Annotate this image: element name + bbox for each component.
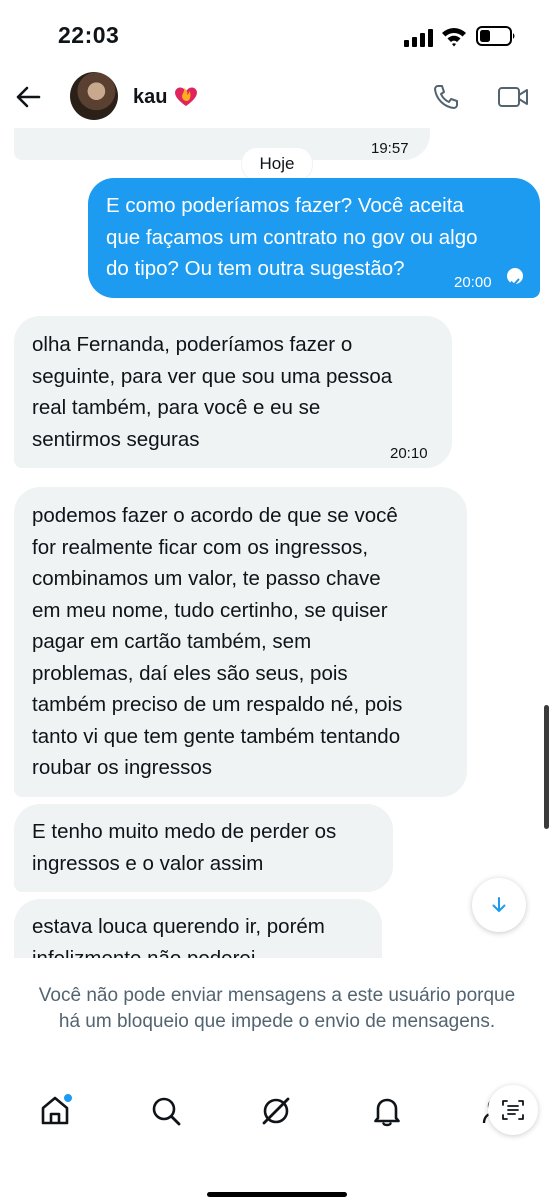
- blocked-notice: Você não pode enviar mensagens a este us…: [38, 985, 516, 1032]
- message-time: 20:00: [454, 274, 492, 291]
- message-time: 20:10: [390, 445, 428, 462]
- incoming-message[interactable]: estava louca querendo ir, porém infelizm…: [14, 899, 382, 958]
- read-receipt-icon: [507, 268, 523, 286]
- wifi-icon: [442, 28, 466, 47]
- message-text: estava louca querendo ir, porém infelizm…: [32, 915, 325, 958]
- grok-icon[interactable]: [259, 1094, 293, 1128]
- message-time: 19:57: [371, 140, 409, 157]
- summary-lines-icon: [502, 1100, 524, 1120]
- incoming-message[interactable]: olha Fernanda, poderíamos fazer o seguin…: [14, 316, 452, 468]
- contact-name[interactable]: kau: [133, 86, 167, 109]
- home-indicator: [207, 1192, 347, 1197]
- incoming-message[interactable]: pago 19:57: [14, 128, 430, 160]
- scrollbar[interactable]: [544, 705, 549, 829]
- incoming-message[interactable]: E tenho muito medo de perder os ingresso…: [14, 804, 393, 892]
- phone-call-icon[interactable]: [432, 83, 460, 111]
- status-time: 22:03: [58, 22, 120, 48]
- message-list[interactable]: pago 19:57 Hoje E como poderíamos fazer?…: [0, 128, 554, 958]
- grok-summary-button[interactable]: [488, 1085, 538, 1135]
- bell-icon[interactable]: [370, 1094, 404, 1128]
- date-divider: Hoje: [241, 147, 313, 181]
- bottom-tab-bar: [0, 1080, 554, 1150]
- outgoing-message[interactable]: E como poderíamos fazer? Você aceita que…: [88, 178, 540, 298]
- status-bar: 22:03: [0, 0, 554, 70]
- search-icon[interactable]: [149, 1094, 183, 1128]
- video-call-icon[interactable]: [497, 85, 529, 109]
- message-text: E tenho muito medo de perder os ingresso…: [32, 820, 337, 875]
- message-text: olha Fernanda, poderíamos fazer o seguin…: [32, 333, 393, 451]
- heart-on-fire-emoji-icon: [175, 87, 197, 106]
- incoming-message[interactable]: podemos fazer o acordo de que se você fo…: [14, 487, 467, 797]
- battery-icon: [476, 26, 515, 46]
- message-text: podemos fazer o acordo de que se você fo…: [32, 504, 403, 779]
- conversation-header: kau: [0, 68, 554, 128]
- arrow-down-icon: [492, 897, 506, 912]
- cellular-signal-icon: [404, 29, 433, 47]
- avatar[interactable]: [70, 72, 118, 120]
- notification-dot: [62, 1092, 74, 1104]
- scroll-to-bottom-button[interactable]: [472, 878, 526, 932]
- message-text: E como poderíamos fazer? Você aceita que…: [106, 194, 478, 280]
- back-arrow-icon[interactable]: [14, 83, 42, 111]
